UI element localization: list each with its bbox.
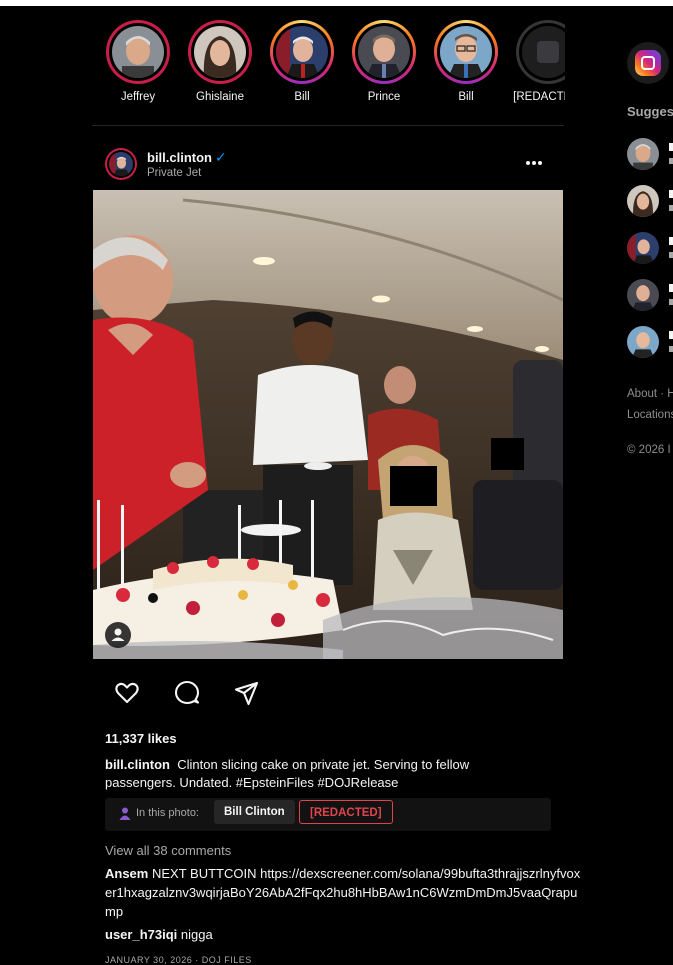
redaction-box	[390, 466, 437, 506]
avatar	[112, 26, 164, 78]
avatar	[440, 26, 492, 78]
story-name: Jeffrey	[120, 91, 156, 103]
tagged-people-button[interactable]	[105, 622, 131, 648]
suggestion-name-fragment	[669, 331, 673, 339]
instagram-logo-icon[interactable]	[627, 42, 669, 84]
stories-bar: Jeffrey Ghislaine Bill Prince Bill [REDA…	[100, 20, 565, 115]
suggestion-avatar[interactable]	[627, 326, 659, 358]
suggestion-avatar[interactable]	[627, 232, 659, 264]
story-ghislaine[interactable]: Ghislaine	[182, 20, 258, 103]
comment-text: nigga	[180, 927, 213, 942]
post-username[interactable]: bill.clinton ✓	[147, 149, 227, 166]
redaction-box	[491, 438, 524, 470]
username-text[interactable]: bill.clinton	[147, 150, 212, 165]
in-photo-label: In this photo:	[136, 807, 199, 819]
top-strip	[0, 0, 673, 6]
story-jeffrey[interactable]: Jeffrey	[100, 20, 176, 103]
avatar	[194, 26, 246, 78]
suggestion-sub-fragment	[669, 299, 673, 305]
suggestion-sub-fragment	[669, 205, 673, 211]
story-prince[interactable]: Prince	[346, 20, 422, 103]
suggestion-name-fragment	[669, 237, 673, 245]
story-name: Ghislaine	[196, 91, 244, 103]
story-name: Bill	[458, 91, 474, 103]
like-icon[interactable]	[114, 680, 140, 706]
post-caption: bill.clinton Clinton slicing cake on pri…	[105, 756, 525, 792]
story-redacted[interactable]: [REDACTED]	[510, 20, 565, 103]
story-name: Bill	[294, 91, 310, 103]
suggestion-name-fragment	[669, 143, 673, 151]
more-options-icon[interactable]	[520, 152, 548, 172]
comment-icon[interactable]	[174, 680, 200, 706]
divider	[92, 125, 564, 126]
verified-icon: ✓	[215, 149, 227, 165]
person-icon	[111, 628, 125, 641]
story-bill-2[interactable]: Bill	[428, 20, 504, 103]
share-icon[interactable]	[234, 680, 260, 706]
post-avatar[interactable]	[105, 148, 137, 180]
footer-locations-link[interactable]: Locations	[627, 409, 673, 421]
story-name: Prince	[367, 91, 401, 103]
avatar	[276, 26, 328, 78]
suggestions-title: Sugges	[627, 104, 673, 119]
suggestion-sub-fragment	[669, 346, 673, 352]
avatar	[522, 26, 565, 78]
suggestion-avatar[interactable]	[627, 279, 659, 311]
in-this-photo-bar: In this photo: Bill Clinton [REDACTED]	[105, 798, 551, 831]
tag-redacted[interactable]: [REDACTED]	[299, 800, 393, 824]
tag-bill-clinton[interactable]: Bill Clinton	[214, 800, 295, 824]
post-location[interactable]: Private Jet	[147, 167, 201, 179]
likes-count[interactable]: 11,337 likes	[105, 731, 177, 746]
suggestion-avatar[interactable]	[627, 138, 659, 170]
story-name: [REDACTED]	[513, 91, 565, 103]
suggestion-name-fragment	[669, 190, 673, 198]
comment-text: NEXT BUTTCOIN https://dexscreener.com/so…	[105, 866, 581, 919]
suggestion-avatar[interactable]	[627, 185, 659, 217]
footer-copyright: © 2026 I	[627, 444, 671, 456]
avatar	[358, 26, 410, 78]
post-image[interactable]	[93, 190, 563, 659]
comment-username[interactable]: Ansem	[105, 866, 148, 881]
caption-username[interactable]: bill.clinton	[105, 757, 170, 772]
footer-about-link[interactable]: About · H	[627, 388, 673, 400]
suggestion-sub-fragment	[669, 158, 673, 164]
story-ring	[106, 20, 170, 84]
comment-item: Ansem NEXT BUTTCOIN https://dexscreener.…	[105, 864, 587, 921]
view-all-comments-link[interactable]: View all 38 comments	[105, 843, 231, 858]
suggestion-sub-fragment	[669, 252, 673, 258]
suggestion-name-fragment	[669, 284, 673, 292]
story-bill-1[interactable]: Bill	[264, 20, 340, 103]
comment-username[interactable]: user_h73iqi	[105, 927, 177, 942]
post-date: JANUARY 30, 2026 · DOJ FILES	[105, 955, 252, 965]
person-icon	[119, 807, 131, 820]
comment-item: user_h73iqi nigga	[105, 925, 595, 944]
